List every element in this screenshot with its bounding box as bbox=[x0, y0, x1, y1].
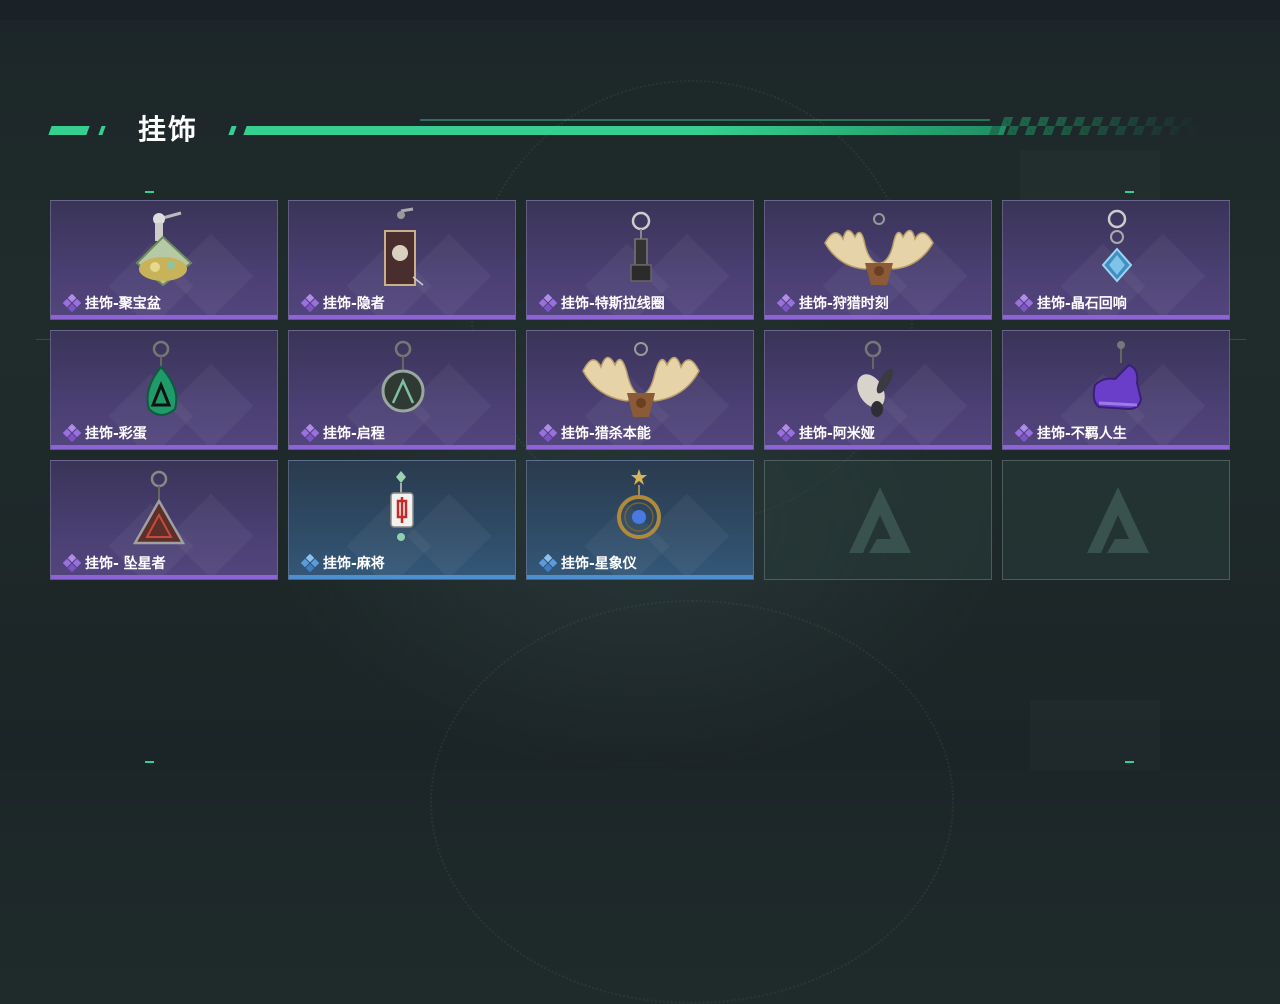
treasure-bowl-charm-icon bbox=[135, 211, 193, 287]
charm-label: 挂饰-星象仪 bbox=[539, 554, 637, 572]
charm-name: 挂饰-特斯拉线圈 bbox=[561, 296, 665, 312]
charm-label: 挂饰-麻将 bbox=[301, 554, 385, 572]
header-accent-stripe bbox=[228, 126, 237, 135]
charm-name: 挂饰-彩蛋 bbox=[85, 426, 147, 442]
hermit-card-charm-icon bbox=[384, 207, 424, 286]
moose-antlers-charm-icon bbox=[824, 213, 934, 285]
astrolabe-charm-icon bbox=[617, 469, 661, 539]
charm-name: 挂饰-星象仪 bbox=[561, 556, 637, 572]
charm-card[interactable]: 挂饰-阿米娅 bbox=[764, 330, 992, 450]
purple-rarity-icon bbox=[63, 294, 81, 312]
purple-rarity-icon bbox=[1015, 294, 1033, 312]
background-silhouette bbox=[1030, 700, 1160, 770]
corner-tick bbox=[145, 191, 154, 193]
charm-card[interactable]: 挂饰-启程 bbox=[288, 330, 516, 450]
corner-tick bbox=[145, 761, 154, 763]
purple-rarity-icon bbox=[63, 424, 81, 442]
charm-label: 挂饰-隐者 bbox=[301, 294, 385, 312]
charm-card[interactable]: 挂饰-不羁人生 bbox=[1002, 330, 1230, 450]
delta-logo-icon bbox=[1087, 487, 1149, 553]
charm-name: 挂饰-阿米娅 bbox=[799, 426, 875, 442]
corner-tick bbox=[1125, 191, 1134, 193]
mahjong-tile-charm-icon bbox=[390, 471, 414, 541]
top-bar bbox=[0, 0, 1280, 20]
charm-label: 挂饰-彩蛋 bbox=[63, 424, 147, 442]
side-guide-line bbox=[1230, 339, 1246, 340]
charm-label: 挂饰-启程 bbox=[301, 424, 385, 442]
purple-rarity-icon bbox=[63, 554, 81, 572]
charm-card[interactable]: 挂饰-狩猎时刻 bbox=[764, 200, 992, 320]
header-accent-bar bbox=[243, 126, 1007, 135]
header-accent-stripe bbox=[98, 126, 106, 135]
side-guide-line bbox=[36, 339, 50, 340]
background-arc bbox=[430, 600, 954, 1004]
charm-card[interactable]: 挂饰-晶石回响 bbox=[1002, 200, 1230, 320]
charm-name: 挂饰-猎杀本能 bbox=[561, 426, 651, 442]
charm-label: 挂饰- 坠星者 bbox=[63, 554, 166, 572]
bunny-charm-icon bbox=[857, 340, 894, 417]
charm-card[interactable]: 挂饰-隐者 bbox=[288, 200, 516, 320]
purple-rarity-icon bbox=[301, 294, 319, 312]
tesla-coil-charm-icon bbox=[630, 211, 652, 282]
easter-egg-charm-icon bbox=[146, 340, 178, 416]
charm-card[interactable]: 挂饰-麻将 bbox=[288, 460, 516, 580]
charm-card[interactable]: 挂饰- 坠星者 bbox=[50, 460, 278, 580]
delta-logo-icon bbox=[849, 487, 911, 553]
charm-name: 挂饰-狩猎时刻 bbox=[799, 296, 889, 312]
charm-name: 挂饰-麻将 bbox=[323, 556, 385, 572]
charm-card[interactable]: 挂饰-聚宝盆 bbox=[50, 200, 278, 320]
charm-name: 挂饰-不羁人生 bbox=[1037, 426, 1127, 442]
purple-rarity-icon bbox=[539, 424, 557, 442]
purple-rarity-icon bbox=[1015, 424, 1033, 442]
charm-label: 挂饰-猎杀本能 bbox=[539, 424, 651, 442]
empty-charm-slot[interactable] bbox=[1002, 460, 1230, 580]
charm-card[interactable]: 挂饰-彩蛋 bbox=[50, 330, 278, 450]
departure-medal-charm-icon bbox=[381, 340, 425, 413]
empty-charm-slot[interactable] bbox=[764, 460, 992, 580]
page-title: 挂饰 bbox=[138, 113, 199, 146]
sneaker-charm-icon bbox=[1092, 341, 1143, 411]
charm-card[interactable]: 挂饰-星象仪 bbox=[526, 460, 754, 580]
corner-tick bbox=[1125, 761, 1134, 763]
charm-card[interactable]: 挂饰-特斯拉线圈 bbox=[526, 200, 754, 320]
charm-label: 挂饰-晶石回响 bbox=[1015, 294, 1127, 312]
header-accent-stripe bbox=[48, 126, 90, 135]
charm-grid: 挂饰-聚宝盆 挂饰-隐者 挂饰-特斯拉线圈 挂饰-狩猎时刻 挂饰-晶石回响 挂饰… bbox=[50, 200, 1230, 580]
purple-rarity-icon bbox=[777, 424, 795, 442]
purple-rarity-icon bbox=[777, 294, 795, 312]
purple-rarity-icon bbox=[301, 424, 319, 442]
moose-antlers-charm-icon bbox=[582, 342, 700, 417]
charm-card[interactable]: 挂饰-猎杀本能 bbox=[526, 330, 754, 450]
charm-name: 挂饰- 坠星者 bbox=[85, 556, 166, 572]
crystal-charm-icon bbox=[1101, 209, 1133, 283]
charm-label: 挂饰-聚宝盆 bbox=[63, 294, 161, 312]
charm-name: 挂饰-晶石回响 bbox=[1037, 296, 1127, 312]
blue-rarity-icon bbox=[539, 554, 557, 572]
purple-rarity-icon bbox=[539, 294, 557, 312]
header-thin-line bbox=[420, 119, 990, 121]
charm-label: 挂饰-不羁人生 bbox=[1015, 424, 1127, 442]
charm-label: 挂饰-阿米娅 bbox=[777, 424, 875, 442]
charm-name: 挂饰-聚宝盆 bbox=[85, 296, 161, 312]
header-checker-pattern bbox=[988, 117, 1206, 135]
charm-name: 挂饰-启程 bbox=[323, 426, 385, 442]
charm-name: 挂饰-隐者 bbox=[323, 296, 385, 312]
blue-rarity-icon bbox=[301, 554, 319, 572]
charm-label: 挂饰-狩猎时刻 bbox=[777, 294, 889, 312]
charm-label: 挂饰-特斯拉线圈 bbox=[539, 294, 665, 312]
triangle-emblem-charm-icon bbox=[132, 470, 186, 545]
